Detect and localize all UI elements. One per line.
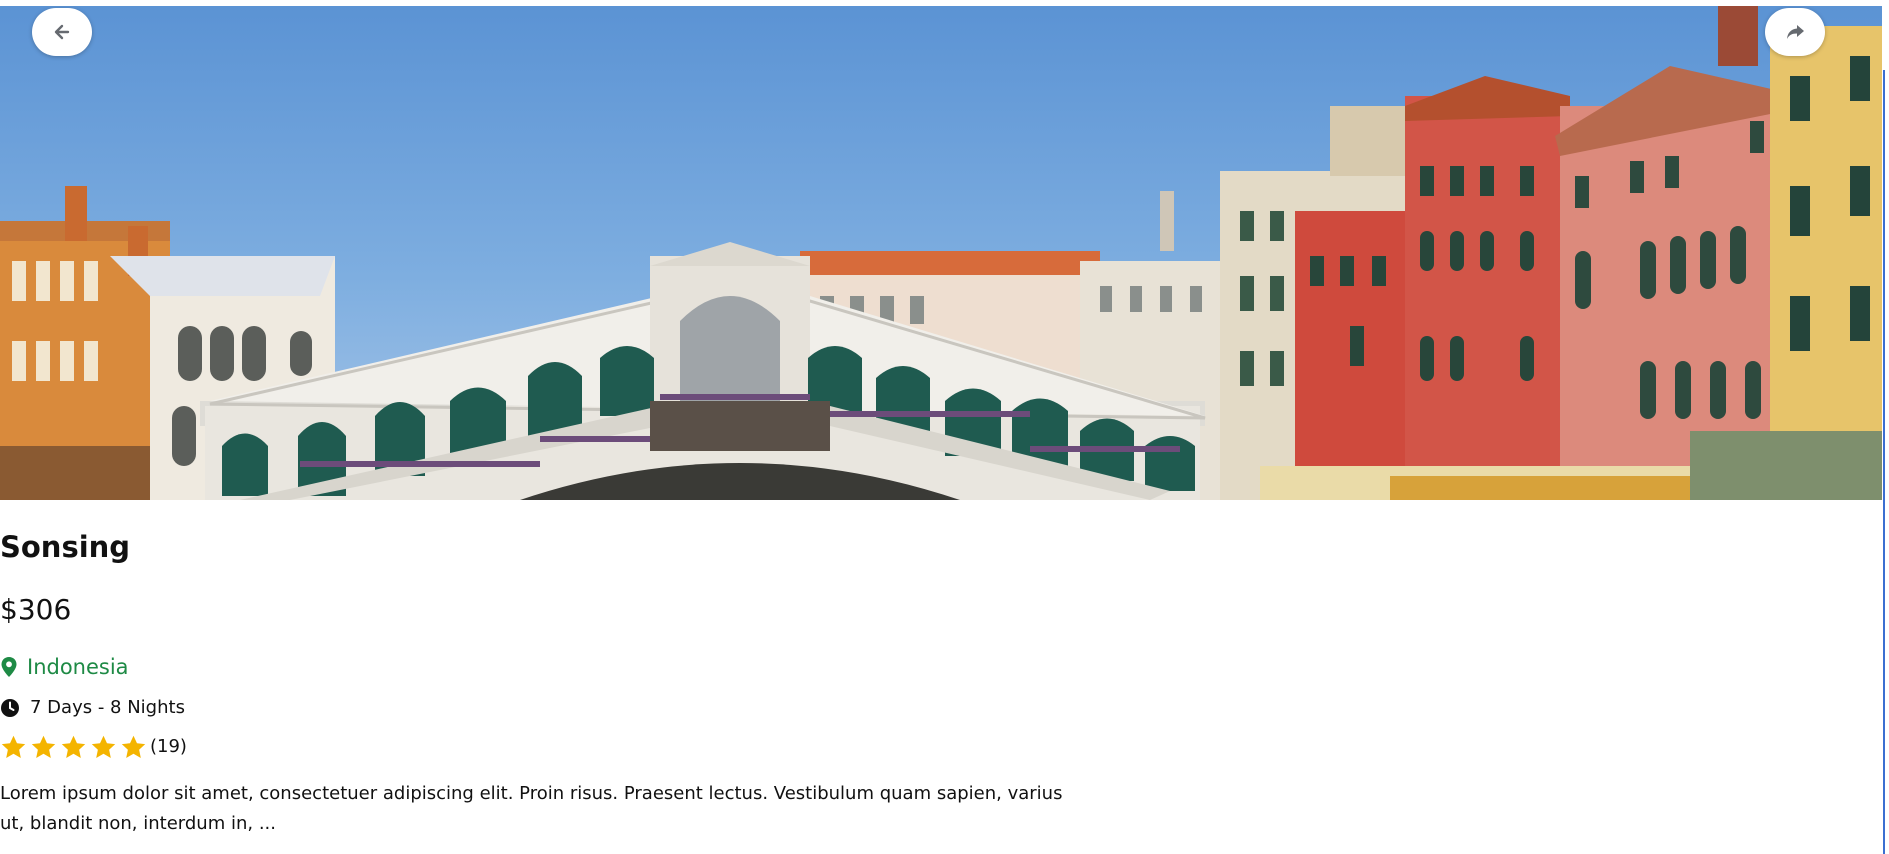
star-icon bbox=[61, 735, 86, 758]
clock-icon bbox=[1, 699, 19, 717]
listing-duration: 7 Days - 8 Nights bbox=[0, 695, 1100, 721]
tour-detail-page: Sonsing $306 Indonesia 7 Days - 8 Nights… bbox=[0, 0, 1889, 854]
location-label: Indonesia bbox=[27, 655, 129, 679]
share-button[interactable] bbox=[1765, 8, 1825, 56]
duration-label: 7 Days - 8 Nights bbox=[30, 697, 185, 718]
listing-details: Sonsing $306 Indonesia 7 Days - 8 Nights… bbox=[0, 525, 1100, 839]
star-icon bbox=[1, 735, 26, 758]
listing-rating: (19) bbox=[0, 733, 1100, 761]
star-icon bbox=[91, 735, 116, 758]
scrollbar-edge bbox=[1883, 70, 1885, 854]
arrow-left-icon bbox=[54, 24, 70, 40]
listing-price: $306 bbox=[0, 593, 72, 626]
star-icon bbox=[121, 735, 146, 758]
listing-description: Lorem ipsum dolor sit amet, consectetuer… bbox=[0, 783, 1063, 834]
back-button[interactable] bbox=[32, 8, 92, 56]
star-icon bbox=[31, 735, 56, 758]
listing-title: Sonsing bbox=[0, 530, 131, 564]
map-pin-icon bbox=[1, 657, 17, 677]
hero-image bbox=[0, 6, 1882, 500]
venice-rialto-bridge-image bbox=[0, 6, 1882, 500]
rating-count: (19) bbox=[150, 736, 187, 757]
listing-location[interactable]: Indonesia bbox=[0, 652, 1100, 682]
share-arrow-icon bbox=[1787, 25, 1804, 39]
